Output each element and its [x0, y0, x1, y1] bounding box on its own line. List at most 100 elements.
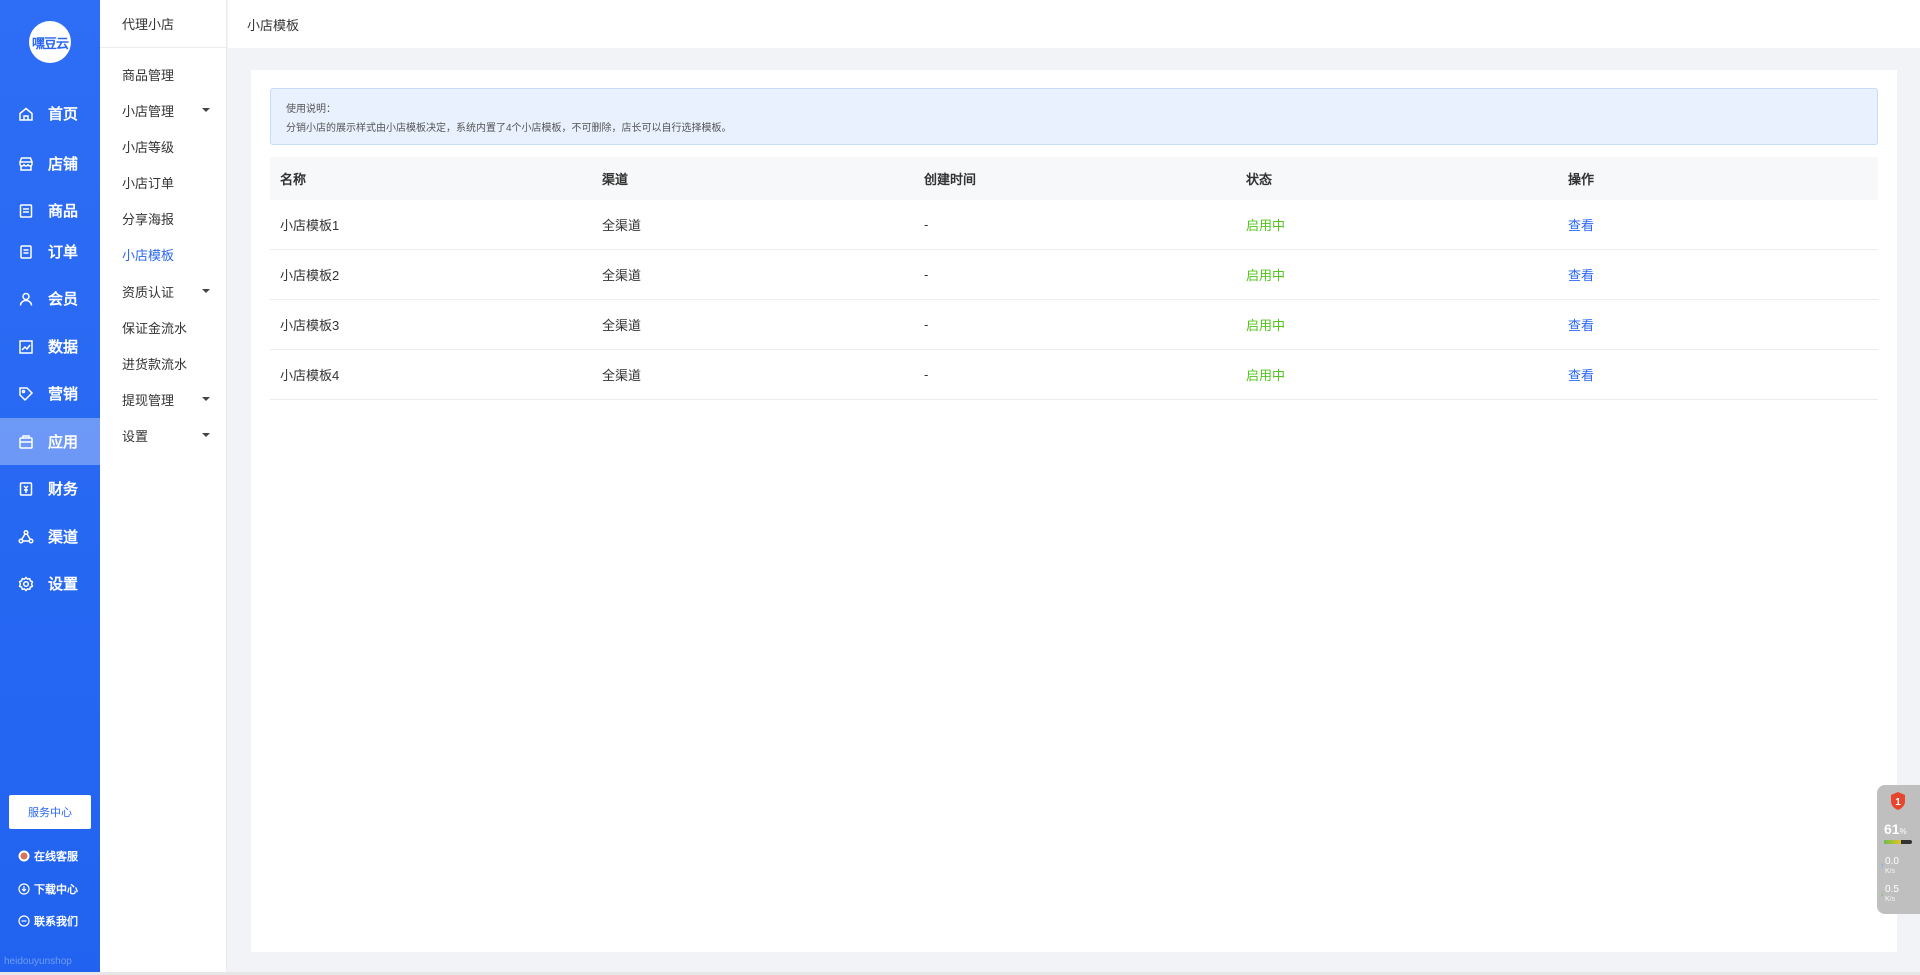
subnav-label: 小店等级 — [122, 139, 175, 155]
subnav-label: 分享海报 — [122, 211, 175, 227]
subnav-shop-template[interactable]: 小店模板 — [122, 244, 212, 264]
status-badge: 启用中 — [1246, 318, 1286, 333]
upload-arrow-icon: ↑ — [1880, 861, 1884, 870]
upload-speed-value: 0.0 — [1885, 856, 1899, 867]
nav-marketing-label: 营销 — [48, 386, 79, 403]
column-header-channel: 渠道 — [602, 172, 629, 187]
system-monitor-widget[interactable]: 1 61% ↑ 0.0 K/s ↓ 0.5 K/s — [1877, 785, 1920, 914]
column-header-name: 名称 — [280, 172, 307, 187]
home-icon — [18, 106, 34, 122]
status-badge: 启用中 — [1246, 368, 1286, 383]
download-speed: 0.5 K/s — [1885, 885, 1899, 905]
caret-down-icon — [202, 289, 210, 293]
channel-icon — [18, 529, 34, 545]
nav-data-label: 数据 — [48, 339, 79, 356]
nav-channel[interactable]: 渠道 — [0, 513, 100, 560]
shield-icon: 1 — [1891, 792, 1905, 810]
table-row: 小店模板4 全渠道 - 启用中 查看 — [270, 350, 1878, 400]
subnav-label: 小店模板 — [122, 247, 175, 263]
tag-icon — [18, 386, 34, 402]
shop-icon — [18, 156, 34, 172]
memory-percent: 61% — [1884, 821, 1907, 837]
customer-service-icon — [18, 850, 30, 862]
subnav-label: 保证金流水 — [122, 320, 188, 336]
caret-down-icon — [202, 433, 210, 437]
template-created: - — [924, 317, 929, 332]
nav-member-label: 会员 — [48, 291, 79, 308]
upload-speed-unit: K/s — [1885, 868, 1896, 875]
column-header-created: 创建时间 — [924, 172, 977, 187]
template-name: 小店模板1 — [280, 218, 340, 233]
subnav-qualification[interactable]: 资质认证 — [122, 281, 212, 301]
subnav-label: 进货款流水 — [122, 356, 188, 372]
table-row: 小店模板1 全渠道 - 启用中 查看 — [270, 200, 1878, 250]
subnav-share-poster[interactable]: 分享海报 — [122, 208, 212, 228]
table-row: 小店模板2 全渠道 - 启用中 查看 — [270, 250, 1878, 300]
contact-us-link[interactable]: 联系我们 — [18, 913, 78, 929]
memory-usage-fill — [1884, 840, 1902, 844]
nav-apps[interactable]: 应用 — [0, 418, 100, 465]
template-channel: 全渠道 — [602, 368, 642, 383]
download-speed-unit: K/s — [1885, 896, 1896, 903]
page-title: 小店模板 — [247, 17, 300, 33]
table-header: 名称 渠道 创建时间 状态 操作 — [270, 157, 1878, 200]
nav-settings[interactable]: 设置 — [0, 560, 100, 607]
nav-finance[interactable]: 财务 — [0, 465, 100, 512]
view-link[interactable]: 查看 — [1558, 265, 1594, 284]
chat-icon — [18, 915, 30, 927]
subnav-settings[interactable]: 设置 — [122, 425, 212, 445]
main-panel: 使用说明： 分销小店的展示样式由小店模板决定，系统内置了4个小店模板，不可删除，… — [251, 70, 1897, 952]
nav-channel-label: 渠道 — [48, 529, 79, 546]
view-link[interactable]: 查看 — [1558, 315, 1594, 334]
nav-settings-label: 设置 — [48, 576, 79, 593]
template-name: 小店模板3 — [280, 318, 340, 333]
online-service-link[interactable]: 在线客服 — [18, 848, 78, 864]
caret-down-icon — [202, 108, 210, 112]
nav-home[interactable]: 首页 — [0, 90, 100, 137]
subnav-label: 资质认证 — [122, 284, 175, 300]
percent-value: 61 — [1884, 821, 1900, 837]
nav-shop-label: 店铺 — [48, 156, 79, 173]
nav-shop[interactable]: 店铺 — [0, 140, 100, 187]
subnav-purchase-flow[interactable]: 进货款流水 — [122, 353, 212, 373]
template-channel: 全渠道 — [602, 268, 642, 283]
subnav-shop-orders[interactable]: 小店订单 — [122, 172, 212, 192]
subnav-goods-management[interactable]: 商品管理 — [122, 64, 212, 84]
nav-apps-label: 应用 — [48, 434, 79, 451]
gear-icon — [18, 575, 34, 592]
nav-order[interactable]: 订单 — [0, 228, 100, 275]
nav-goods[interactable]: 商品 — [0, 187, 100, 234]
subnav-label: 小店管理 — [122, 103, 175, 119]
template-channel: 全渠道 — [602, 218, 642, 233]
template-created: - — [924, 267, 929, 282]
subnav-withdraw[interactable]: 提现管理 — [122, 389, 212, 409]
nav-member[interactable]: 会员 — [0, 275, 100, 322]
subnav-deposit-flow[interactable]: 保证金流水 — [122, 317, 212, 337]
download-arrow-icon: ↓ — [1880, 889, 1884, 898]
nav-data[interactable]: 数据 — [0, 323, 100, 370]
chart-icon — [18, 339, 34, 355]
subnav-label: 设置 — [122, 428, 149, 444]
brand-logo[interactable]: 嘿豆云 — [29, 21, 71, 63]
page-header: 小店模板 — [228, 0, 1920, 48]
memory-usage-bar — [1884, 840, 1912, 844]
user-icon — [18, 291, 34, 307]
subnav-shop-management[interactable]: 小店管理 — [122, 100, 212, 120]
template-table: 名称 渠道 创建时间 状态 操作 小店模板1 全渠道 - 启用中 查看 小店模板… — [270, 157, 1878, 400]
secondary-sidebar: 代理小店 商品管理 小店管理 小店等级 小店订单 分享海报 小店模板 资质认证 … — [100, 0, 227, 975]
caret-down-icon — [202, 397, 210, 401]
view-link[interactable]: 查看 — [1558, 215, 1594, 234]
subnav-label: 提现管理 — [122, 392, 175, 408]
online-service-label: 在线客服 — [34, 851, 78, 863]
nav-order-label: 订单 — [48, 244, 79, 261]
status-badge: 启用中 — [1246, 218, 1286, 233]
service-center-button[interactable]: 服务中心 — [9, 795, 91, 829]
column-header-action: 操作 — [1568, 172, 1595, 187]
view-link[interactable]: 查看 — [1558, 365, 1594, 384]
goods-icon — [18, 203, 34, 219]
download-center-link[interactable]: 下载中心 — [18, 881, 78, 897]
download-speed-value: 0.5 — [1885, 884, 1899, 895]
subnav-shop-level[interactable]: 小店等级 — [122, 136, 212, 156]
secondary-sidebar-title: 代理小店 — [100, 0, 226, 48]
nav-marketing[interactable]: 营销 — [0, 370, 100, 417]
